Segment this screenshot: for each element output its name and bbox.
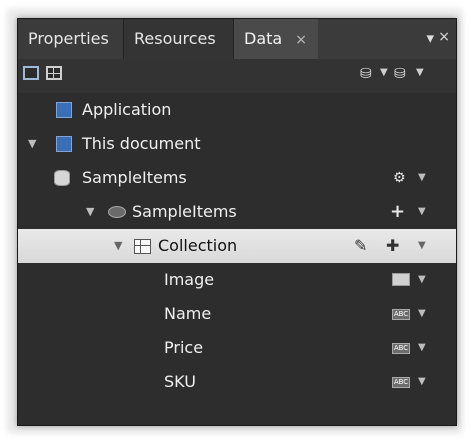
create-data-source-icon[interactable]: ⛁ [394,66,410,84]
create-data-source-dropdown-icon[interactable]: ▼ [416,67,424,78]
database-icon [54,170,70,186]
tree-row-collection[interactable]: ▼ Collection ✎ ✚ ▼ [18,229,456,263]
details-view-icon[interactable] [46,66,62,80]
expander-icon[interactable]: ▼ [114,229,126,263]
tab-resources-label: Resources [134,29,216,48]
tree-row-sampleitems-source[interactable]: SampleItems ⚙ ▼ [18,161,456,195]
tab-data[interactable]: Data × [234,19,318,59]
tree-row-field-name[interactable]: Name ABC ▼ [18,297,456,331]
tab-close-icon[interactable]: × [295,32,307,48]
add-item-icon[interactable]: ✚ [386,229,399,263]
edit-sample-values-icon[interactable]: ✎ [354,229,367,263]
data-options-icon[interactable]: ⚙ [393,161,406,195]
tree-label: SampleItems [132,202,237,221]
expander-icon[interactable]: ▼ [28,127,40,161]
tree-row-field-image[interactable]: Image ▼ [18,263,456,297]
toolbar: ⛁ ▼ ⛁ ▼ [18,59,456,93]
image-type-icon[interactable] [392,273,410,286]
tree-row-field-price[interactable]: Price ABC ▼ [18,331,456,365]
tab-properties-label: Properties [28,29,109,48]
type-dropdown-icon[interactable]: ▼ [418,365,426,399]
tab-properties[interactable]: Properties [18,19,124,59]
tab-strip: Properties Resources Data × ▾ × [18,19,456,59]
type-dropdown-icon[interactable]: ▼ [418,331,426,365]
add-property-dropdown-icon[interactable]: ▼ [418,195,426,229]
tree-label: Name [164,304,212,323]
tree-label: Image [164,270,215,289]
tree-row-sampleitems-object[interactable]: ▼ SampleItems + ▼ [18,195,456,229]
tab-resources[interactable]: Resources [124,19,234,59]
tree-row-application[interactable]: Application [18,93,456,127]
document-icon [56,102,72,118]
type-dropdown-icon[interactable]: ▼ [418,263,426,297]
string-type-icon[interactable]: ABC [392,377,410,388]
data-options-dropdown-icon[interactable]: ▼ [418,161,426,195]
tree-row-field-sku[interactable]: SKU ABC ▼ [18,365,456,399]
type-dropdown-icon[interactable]: ▼ [418,297,426,331]
string-type-icon[interactable]: ABC [392,309,410,320]
tree-row-this-document[interactable]: ▼ This document [18,127,456,161]
tree-label: Price [164,338,204,357]
collection-icon [134,239,151,254]
panel-close-icon[interactable]: × [438,29,450,45]
string-type-icon[interactable]: ABC [392,343,410,354]
tree-label: Collection [158,236,238,255]
create-sample-data-dropdown-icon[interactable]: ▼ [380,67,388,78]
tab-data-label: Data [244,29,283,48]
tree-label: This document [82,134,201,153]
tree-label: Application [82,100,172,119]
data-panel: Properties Resources Data × ▾ × ⛁ ▼ ⛁ ▼ … [17,18,457,426]
document-icon [56,136,72,152]
create-sample-data-icon[interactable]: ⛁ [360,66,376,84]
object-icon [108,206,126,218]
add-property-icon[interactable]: + [390,195,405,229]
list-view-icon[interactable] [23,66,39,80]
collection-dropdown-icon[interactable]: ▼ [418,229,426,263]
pin-icon[interactable]: ▾ [426,29,434,47]
expander-icon[interactable]: ▼ [86,195,98,229]
tree-label: SKU [164,372,196,391]
tree-label: SampleItems [82,168,187,187]
